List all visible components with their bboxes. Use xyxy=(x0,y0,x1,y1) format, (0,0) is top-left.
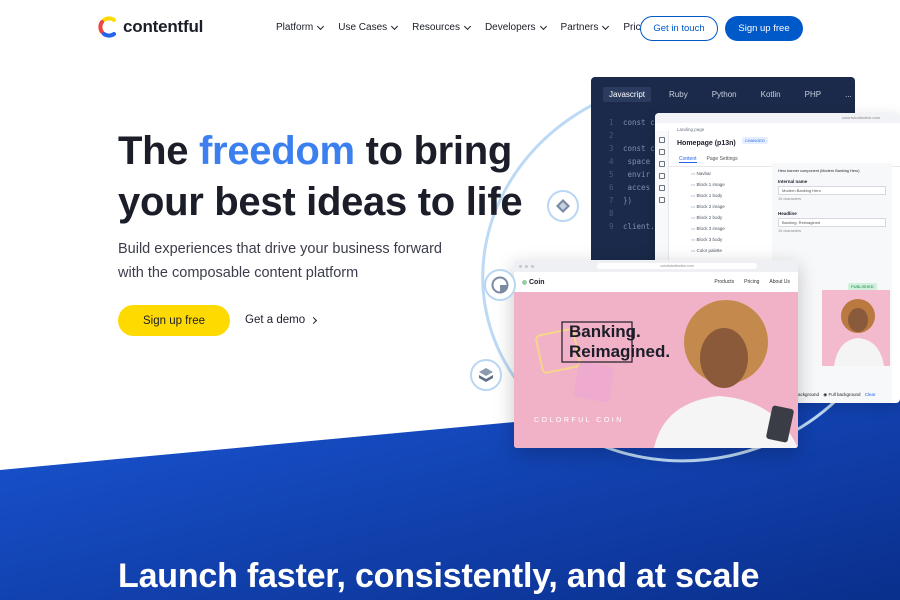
comments-icon[interactable] xyxy=(658,197,665,203)
background-label: Background xyxy=(795,392,820,397)
nav-label: Resources xyxy=(412,22,460,33)
integration-icon-layers xyxy=(470,359,502,391)
grid-icon[interactable] xyxy=(658,137,665,143)
tab-javascript[interactable]: Javascript xyxy=(603,87,652,102)
get-a-demo-link[interactable]: Get a demo xyxy=(245,314,318,326)
headline-line2: your best ideas to life xyxy=(118,180,523,224)
nav-label: Use Cases xyxy=(338,22,388,33)
coin-logo-icon xyxy=(522,279,527,285)
nav-label: Platform xyxy=(276,22,314,33)
list-item[interactable]: Block 1 body xyxy=(691,190,725,201)
integration-icon-gatsby xyxy=(484,269,516,301)
contentful-logo-icon xyxy=(98,16,116,38)
integration-icon-diamond xyxy=(547,190,579,222)
coin-tagline: COLORFUL COIN xyxy=(534,417,624,424)
window-dot-icon xyxy=(531,264,534,268)
window-dot-icon xyxy=(525,264,528,268)
cms-entry-header: Landing page Homepage (p13n) CHANGED xyxy=(655,123,900,150)
background-toggle-row: Background ◉ Full background Clear xyxy=(795,392,876,398)
tab-php[interactable]: PHP xyxy=(799,87,827,102)
status-badge: CHANGED xyxy=(741,137,768,145)
cms-entry-title: Homepage (p13n) xyxy=(677,140,736,147)
coin-navbar: Coin Products Pricing About Us xyxy=(514,272,798,292)
clear-link[interactable]: Clear xyxy=(865,392,876,397)
tab-python[interactable]: Python xyxy=(706,87,743,102)
cms-url-bar: colorfulcollective.com xyxy=(655,113,900,123)
language-tabs: Javascript Ruby Python Kotlin PHP ... xyxy=(591,77,855,102)
tab-page-settings[interactable]: Page Settings xyxy=(707,156,738,163)
field-hint: 19 characters xyxy=(778,197,802,201)
hero-sign-up-button[interactable]: Sign up free xyxy=(118,305,230,336)
list-item[interactable]: Block 3 body xyxy=(691,234,725,245)
list-item[interactable]: Block 2 body xyxy=(691,212,725,223)
apps-icon[interactable] xyxy=(658,185,665,191)
field-label: Internal name xyxy=(778,179,808,184)
coin-website-preview: colorfulcollective.com Coin Products Pri… xyxy=(514,260,798,448)
chevron-down-icon xyxy=(317,22,325,30)
field-hint: 19 characters xyxy=(778,229,802,233)
headline-pre: The xyxy=(118,129,200,173)
top-navbar: contentful Platform Use Cases Resources … xyxy=(0,0,900,56)
get-in-touch-button[interactable]: Get in touch xyxy=(640,16,718,41)
published-badge: PUBLISHED xyxy=(848,283,877,290)
tab-kotlin[interactable]: Kotlin xyxy=(755,87,787,102)
tab-ruby[interactable]: Ruby xyxy=(663,87,694,102)
chevron-down-icon xyxy=(602,22,610,30)
list-item[interactable]: Block 3 image xyxy=(691,223,725,234)
media-icon[interactable] xyxy=(658,161,665,167)
coin-url: colorfulcollective.com xyxy=(597,263,757,269)
nav-label: Partners xyxy=(560,22,599,33)
tab-content[interactable]: Content xyxy=(679,156,697,163)
nav-platform[interactable]: Platform xyxy=(276,22,325,33)
list-item[interactable]: Color palette xyxy=(691,245,725,256)
logo-wordmark: contentful xyxy=(123,17,204,36)
contentful-logo[interactable]: contentful xyxy=(97,16,203,38)
hero-image-thumbnail[interactable] xyxy=(822,290,890,366)
coin-nav-about[interactable]: About Us xyxy=(769,279,790,285)
coin-hero-banner: Banking. Reimagined. COLORFUL COIN xyxy=(514,292,798,448)
component-title: Hero banner component (Modern Banking He… xyxy=(778,169,860,173)
radio-icon[interactable]: ◉ xyxy=(823,392,827,397)
coin-headline: Banking. Reimagined. xyxy=(569,322,671,361)
headline-highlight: freedom xyxy=(199,129,355,173)
nav-partners[interactable]: Partners xyxy=(560,22,610,33)
window-dot-icon xyxy=(519,264,522,268)
calendar-icon[interactable] xyxy=(658,173,665,179)
coin-logo[interactable]: Coin xyxy=(522,279,545,286)
cms-block-list: Navbar Block 1 image Block 1 body Block … xyxy=(691,168,725,256)
chevron-down-icon xyxy=(539,22,547,30)
headline-post: to bring xyxy=(354,129,513,173)
internal-name-input[interactable]: Modern Banking Hero xyxy=(778,186,886,195)
full-background-option[interactable]: Full background xyxy=(829,392,861,397)
list-item[interactable]: Navbar xyxy=(691,168,725,179)
tab-more[interactable]: ... xyxy=(839,87,855,102)
coin-browser-bar: colorfulcollective.com xyxy=(514,260,798,272)
list-item[interactable]: Block 2 image xyxy=(691,201,725,212)
coin-hero-illustration xyxy=(514,292,798,448)
content-icon[interactable] xyxy=(658,149,665,155)
woman-photo-icon xyxy=(822,290,890,366)
field-label: Headline xyxy=(778,211,797,216)
main-nav: Platform Use Cases Resources Developers … xyxy=(276,22,669,33)
section-title: Launch faster, consistently, and at scal… xyxy=(118,557,760,595)
chevron-right-icon xyxy=(310,316,318,324)
chevron-down-icon xyxy=(391,22,399,30)
headline-input[interactable]: Banking. Reimagined xyxy=(778,218,886,227)
chevron-down-icon xyxy=(463,22,471,30)
nav-resources[interactable]: Resources xyxy=(412,22,471,33)
coin-nav-pricing[interactable]: Pricing xyxy=(744,279,759,285)
demo-label: Get a demo xyxy=(245,314,306,326)
header-sign-up-button[interactable]: Sign up free xyxy=(725,16,803,41)
nav-label: Developers xyxy=(484,22,536,33)
nav-use-cases[interactable]: Use Cases xyxy=(338,22,399,33)
list-item[interactable]: Block 1 image xyxy=(691,179,725,190)
nav-developers[interactable]: Developers xyxy=(484,22,547,33)
hero-subtext: Build experiences that drive your busine… xyxy=(118,241,442,281)
hero-headline: The freedom to bring your best ideas to … xyxy=(118,126,523,228)
coin-nav-products[interactable]: Products xyxy=(714,279,734,285)
